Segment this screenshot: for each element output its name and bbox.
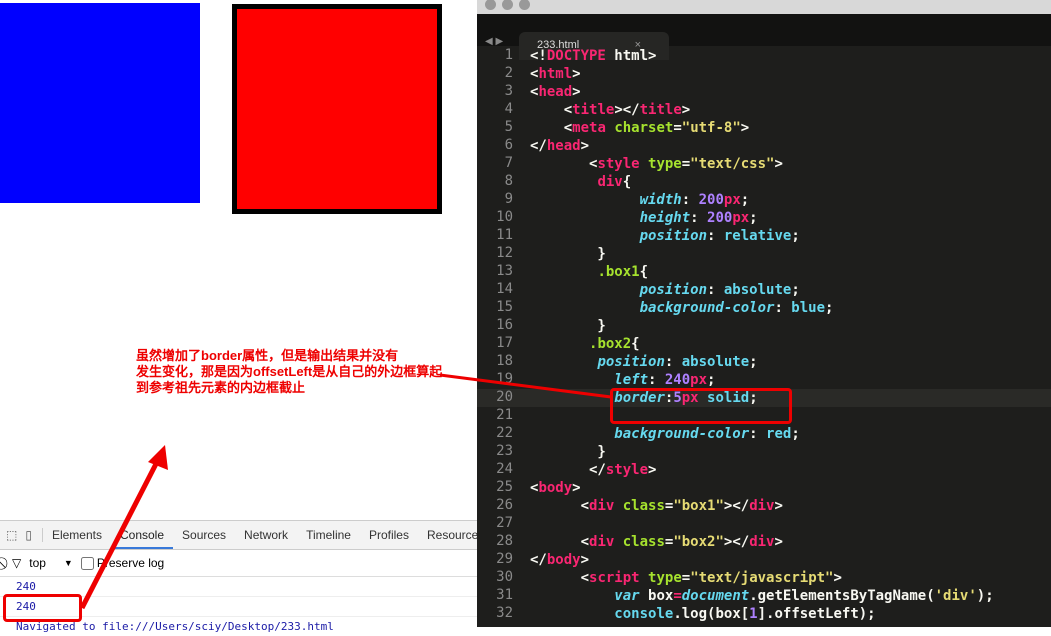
arrow-head [148, 445, 168, 470]
arrow-to-note [79, 458, 161, 610]
arrow-to-code [439, 373, 612, 399]
annotation-arrows [79, 373, 612, 610]
